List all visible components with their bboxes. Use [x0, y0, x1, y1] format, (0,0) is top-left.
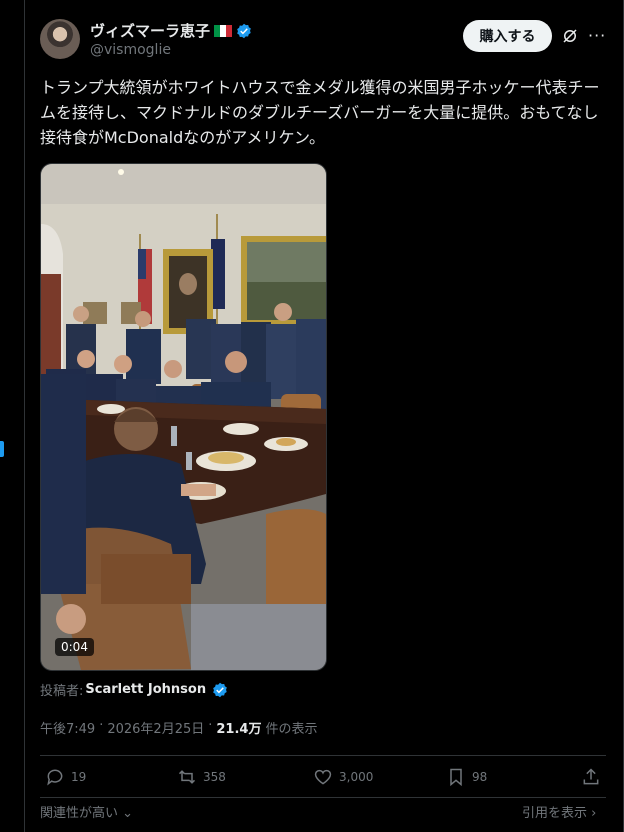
divider — [40, 755, 606, 756]
italy-flag-icon — [214, 24, 233, 37]
view-quotes-link[interactable]: 引用を表示 › — [522, 802, 596, 821]
action-bar: 19 358 3,000 98 — [40, 767, 606, 791]
relevance-label: 関連性が高い — [40, 806, 119, 821]
active-indicator — [0, 441, 4, 457]
reply-button[interactable]: 19 — [45, 767, 86, 787]
post-date[interactable]: 2026年2月25日 — [107, 718, 204, 737]
divider — [40, 797, 606, 798]
view-count: 21.4万 — [216, 722, 262, 737]
reply-count: 19 — [71, 770, 87, 784]
verified-badge-icon — [213, 682, 227, 697]
post-time[interactable]: 午後7:49 — [40, 718, 95, 737]
author-line: ヴィズマーラ恵子 — [90, 20, 252, 41]
bookmark-count: 98 — [472, 770, 488, 784]
verified-badge-icon — [237, 23, 251, 38]
attribution-label: 投稿者: — [40, 684, 84, 699]
meta-separator: · — [99, 718, 104, 733]
repost-icon — [178, 770, 196, 784]
post-meta: 午後7:49 · 2026年2月25日 · 21.4万 件の表示 — [40, 718, 317, 737]
left-rail — [0, 0, 25, 832]
bookmark-icon — [450, 768, 462, 787]
attribution: 投稿者: Scarlett Johnson — [40, 680, 228, 699]
view-count-label: 件の表示 — [265, 722, 318, 737]
video-frame — [41, 164, 326, 670]
video-duration: 0:04 — [55, 638, 94, 656]
like-icon — [314, 769, 332, 785]
chevron-down-icon: ⌄ — [122, 806, 134, 821]
chevron-right-icon: › — [591, 806, 597, 821]
author-name[interactable]: ヴィズマーラ恵子 — [90, 20, 210, 41]
video-player[interactable] — [40, 163, 327, 671]
post-text: トランプ大統領がホワイトハウスで金メダル獲得の米国男子ホッケー代表チームを接待し… — [40, 78, 600, 147]
meta-separator: · — [208, 718, 213, 733]
avatar[interactable] — [40, 19, 80, 59]
relevance-dropdown[interactable]: 関連性が高い ⌄ — [40, 802, 133, 821]
more-icon[interactable]: ··· — [588, 26, 606, 45]
bookmark-button[interactable]: 98 — [446, 767, 487, 787]
buy-button[interactable]: 購入する — [463, 20, 552, 52]
repost-button[interactable]: 358 — [177, 767, 226, 787]
grok-icon[interactable] — [561, 27, 579, 45]
repost-count: 358 — [203, 770, 226, 784]
like-count: 3,000 — [339, 770, 374, 784]
reply-icon — [47, 769, 63, 786]
like-button[interactable]: 3,000 — [313, 767, 373, 787]
view-quotes-label: 引用を表示 — [522, 806, 588, 821]
share-icon — [583, 768, 599, 785]
attribution-name[interactable]: Scarlett Johnson — [85, 682, 206, 697]
author-handle[interactable]: @vismoglie — [90, 42, 171, 58]
share-button[interactable] — [581, 767, 601, 787]
